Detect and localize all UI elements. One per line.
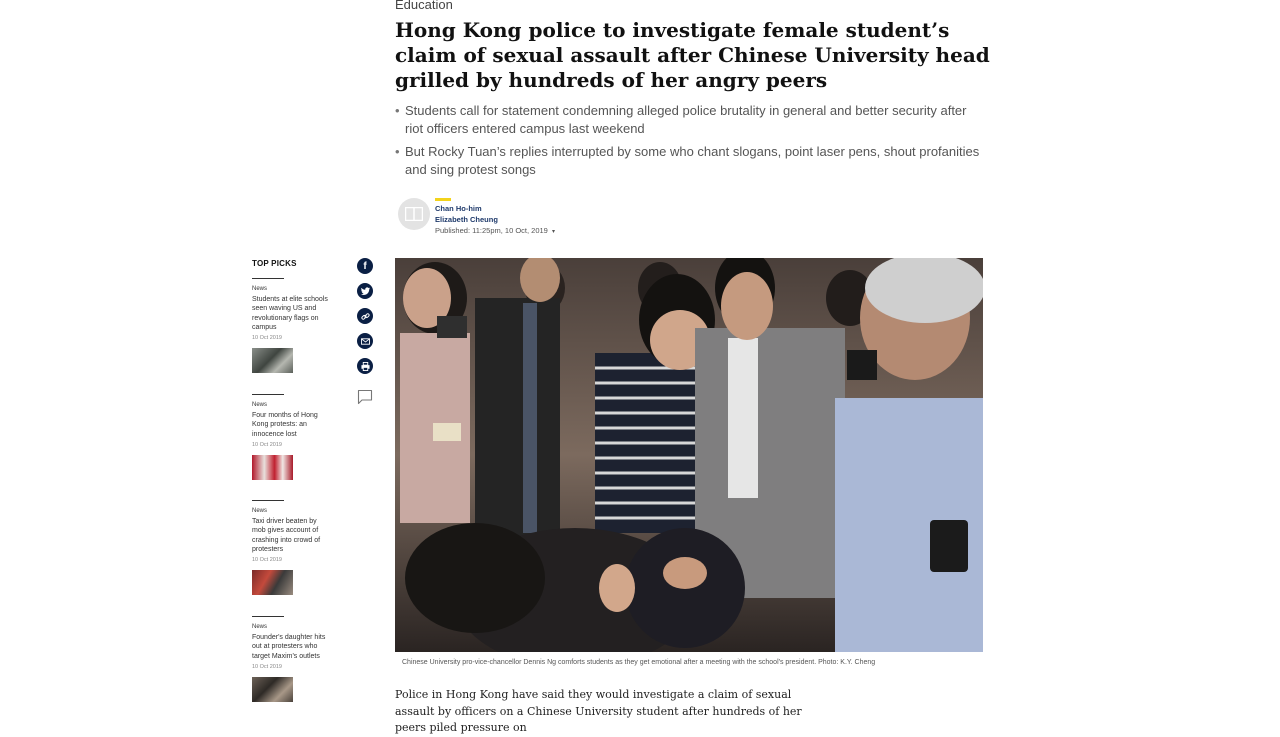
pick-thumbnail[interactable]: [252, 676, 293, 702]
summary-item: • But Rocky Tuan’s replies interrupted b…: [395, 143, 985, 178]
pick-date: 10 Oct 2019: [252, 663, 282, 670]
pick-thumbnail[interactable]: [252, 348, 293, 374]
book-icon: [405, 207, 423, 221]
author-link-2[interactable]: Elizabeth Cheung: [435, 215, 498, 224]
bullet-dot: •: [395, 103, 400, 118]
facebook-icon: f: [363, 260, 367, 272]
comment-button[interactable]: [357, 389, 373, 405]
photo-caption: Chinese University pro-vice-chancellor D…: [402, 659, 876, 666]
summary-item: • Students call for statement condemning…: [395, 102, 985, 137]
pick-category[interactable]: News: [252, 402, 330, 408]
pick-date: 10 Oct 2019: [252, 441, 282, 448]
pick-divider: [252, 278, 284, 279]
twitter-icon: [360, 287, 370, 295]
facebook-share-button[interactable]: f: [357, 258, 373, 274]
author-link-1[interactable]: Chan Ho-him: [435, 204, 482, 213]
published-text: Published: 11:25pm, 10 Oct, 2019: [435, 226, 548, 235]
section-label[interactable]: Education: [395, 0, 453, 12]
bullet-dot: •: [395, 144, 400, 159]
comment-icon: [357, 389, 373, 405]
pick-thumbnail[interactable]: [252, 454, 293, 480]
email-icon: [360, 337, 370, 345]
print-icon: [360, 361, 370, 371]
article-headline: Hong Kong police to investigate female s…: [395, 18, 990, 92]
pick-divider: [252, 616, 284, 617]
pick-title[interactable]: Students at elite schools seen waving US…: [252, 295, 330, 332]
pick-title[interactable]: Founder's daughter hits out at protester…: [252, 633, 330, 661]
top-pick-item[interactable]: News Four months of Hong Kong protests: …: [252, 394, 330, 480]
link-icon: [360, 312, 370, 320]
twitter-share-button[interactable]: [357, 283, 373, 299]
pick-category[interactable]: News: [252, 286, 330, 292]
pick-date: 10 Oct 2019: [252, 335, 282, 342]
top-picks-heading: TOP PICKS: [252, 259, 297, 268]
top-pick-item[interactable]: News Taxi driver beaten by mob gives acc…: [252, 500, 330, 596]
print-button[interactable]: [357, 358, 373, 374]
article-body-paragraph: Police in Hong Kong have said they would…: [395, 688, 802, 734]
pick-category[interactable]: News: [252, 624, 330, 630]
pick-title[interactable]: Taxi driver beaten by mob gives account …: [252, 517, 330, 554]
summary-text: Students call for statement condemning a…: [405, 103, 967, 136]
byline-accent-bar: [435, 198, 451, 201]
email-share-button[interactable]: [357, 333, 373, 349]
pick-date: 10 Oct 2019: [252, 557, 282, 564]
pick-category[interactable]: News: [252, 508, 330, 514]
pick-thumbnail[interactable]: [252, 570, 293, 596]
published-timestamp: Published: 11:25pm, 10 Oct, 2019 ▾: [435, 226, 555, 235]
photo-illustration: [395, 258, 983, 652]
pick-divider: [252, 500, 284, 501]
top-pick-item[interactable]: News Founder's daughter hits out at prot…: [252, 616, 330, 702]
article-summary: • Students call for statement condemning…: [395, 102, 985, 184]
pick-divider: [252, 394, 284, 395]
article-photo[interactable]: [395, 258, 983, 652]
top-pick-item[interactable]: News Students at elite schools seen wavi…: [252, 278, 330, 374]
copy-link-button[interactable]: [357, 308, 373, 324]
chevron-down-icon[interactable]: ▾: [552, 229, 555, 235]
summary-text: But Rocky Tuan’s replies interrupted by …: [405, 144, 980, 177]
author-avatar[interactable]: [398, 198, 430, 230]
pick-title[interactable]: Four months of Hong Kong protests: an in…: [252, 411, 330, 439]
